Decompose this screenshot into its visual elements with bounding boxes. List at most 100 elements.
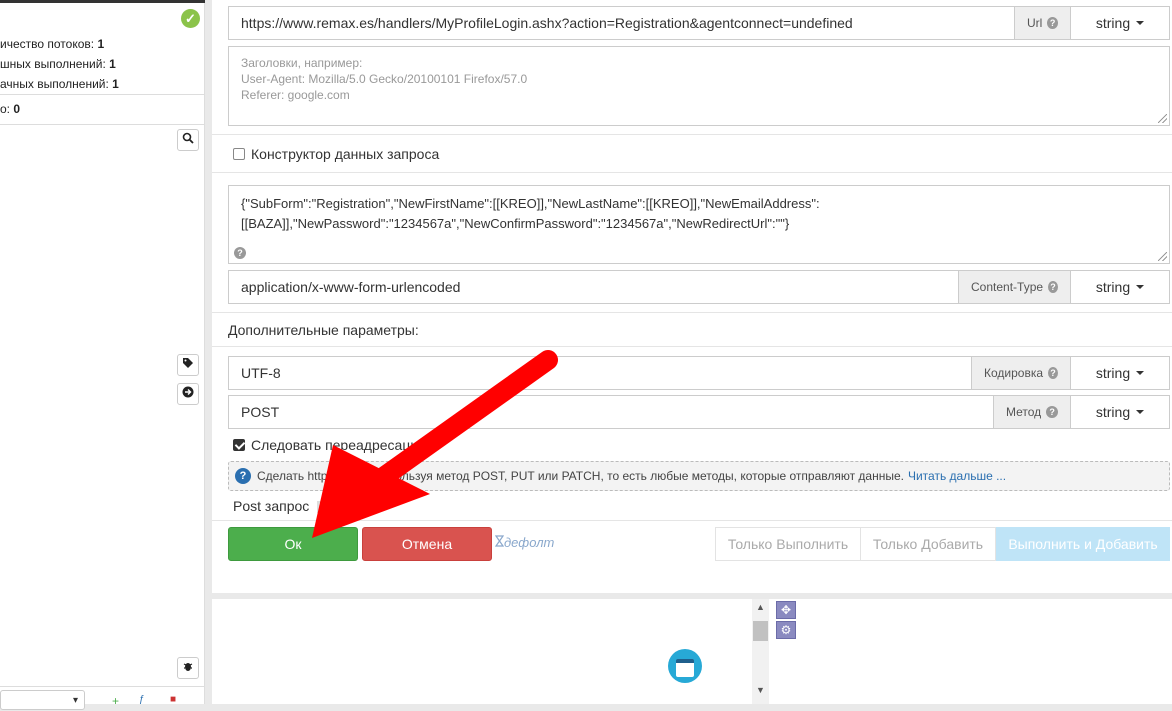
default-link[interactable]: дефолт [494, 535, 555, 550]
content-type-dropdown[interactable]: string [1070, 271, 1169, 303]
headers-textarea[interactable]: Заголовки, например: User-Agent: Mozilla… [228, 46, 1170, 126]
stat-failed: ачных выполнений: 1 [0, 77, 119, 91]
stat-success: шных выполнений: 1 [0, 57, 116, 71]
extra-params-label: Дополнительные параметры: [228, 322, 419, 338]
divider [0, 686, 205, 687]
divider [212, 346, 1172, 347]
default-label: дефолт [504, 535, 555, 550]
follow-redirect-checkbox[interactable] [233, 439, 245, 451]
cancel-button[interactable]: Отмена [362, 527, 492, 561]
stat-value: 0 [13, 102, 21, 116]
app-window-icon[interactable] [668, 649, 702, 683]
addon-label: Content-Type [971, 280, 1044, 294]
run-and-add-button[interactable]: Выполнить и Добавить [996, 527, 1170, 561]
wiki-icon[interactable]: W [317, 501, 330, 514]
request-form: https://www.remax.es/handlers/MyProfileL… [212, 0, 1172, 593]
content-type-addon: Content-Type ? [958, 271, 1070, 303]
action-title: Post запрос W [233, 498, 330, 514]
stat-value: 1 [97, 37, 105, 51]
encoding-row: UTF-8 Кодировка ? string [228, 356, 1170, 390]
method-addon: Метод ? [993, 396, 1070, 428]
edit-icon[interactable]: ƒ [139, 694, 145, 705]
question-icon: ? [1047, 17, 1058, 29]
scroll-up-icon[interactable]: ▲ [752, 599, 769, 616]
stat-other: о: 0 [0, 102, 20, 116]
forward-button[interactable] [177, 383, 199, 405]
action-title-text: Post запрос [233, 498, 310, 514]
divider [212, 134, 1172, 135]
left-panel: ✓ ичество потоков: 1 шных выполнений: 1 … [0, 0, 205, 710]
caret-down-icon [1136, 410, 1145, 414]
info-icon: ? [235, 468, 251, 484]
question-icon: ? [1048, 367, 1058, 379]
placeholder-line: Referer: google.com [241, 88, 350, 102]
method-type-dropdown[interactable]: string [1070, 396, 1169, 428]
follow-redirect-label: Следовать переадресации [251, 437, 426, 453]
divider [212, 172, 1172, 173]
encoding-addon: Кодировка ? [971, 357, 1070, 389]
body-line: {"SubForm":"Registration","NewFirstName"… [241, 196, 820, 211]
search-icon [182, 132, 194, 144]
encoding-type-dropdown[interactable]: string [1070, 357, 1169, 389]
content-type-row: application/x-www-form-urlencoded Conten… [228, 270, 1170, 304]
url-input[interactable]: https://www.remax.es/handlers/MyProfileL… [229, 7, 1014, 39]
url-row: https://www.remax.es/handlers/MyProfileL… [228, 6, 1170, 40]
body-line: [[BAZA]],"NewPassword":"1234567a","NewCo… [241, 216, 790, 231]
addon-label: Кодировка [984, 366, 1044, 380]
caret-down-icon [1136, 285, 1145, 289]
resize-handle[interactable] [1158, 252, 1167, 261]
stat-label: о: [0, 102, 11, 116]
info-banner: ? Сделать http-запрос, используя метод P… [228, 461, 1170, 491]
arrow-right-circle-icon [182, 386, 194, 398]
stat-label: ичество потоков: [0, 37, 95, 51]
search-button[interactable] [177, 129, 199, 151]
url-type-dropdown[interactable]: string [1070, 7, 1169, 39]
url-addon: Url ? [1014, 7, 1070, 39]
stat-label: шных выполнений: [0, 57, 106, 71]
caret-down-icon [1136, 371, 1145, 375]
hourglass-icon [494, 535, 505, 547]
scroll-down-icon[interactable]: ▼ [752, 682, 769, 699]
divider [212, 520, 1172, 521]
check-circle-icon: ✓ [181, 9, 200, 28]
read-more-link[interactable]: Читать дальше ... [908, 469, 1006, 483]
info-text: Сделать http-запрос, используя метод POS… [257, 469, 904, 483]
divider [0, 124, 205, 125]
encoding-input[interactable]: UTF-8 [229, 357, 971, 389]
bottom-select[interactable]: ▾ [0, 690, 85, 710]
ok-button[interactable]: Ок [228, 527, 358, 561]
debug-button[interactable] [177, 657, 199, 679]
divider [212, 312, 1172, 313]
method-input[interactable]: POST [229, 396, 993, 428]
tag-button[interactable] [177, 354, 199, 376]
question-icon: ? [1046, 406, 1058, 418]
delete-icon[interactable]: ■ [170, 694, 176, 705]
method-row: POST Метод ? string [228, 395, 1170, 429]
stat-label: ачных выполнений: [0, 77, 109, 91]
stat-threads: ичество потоков: 1 [0, 37, 104, 51]
content-type-input[interactable]: application/x-www-form-urlencoded [229, 271, 958, 303]
canvas-panel: ▲ ▼ ✥ ⚙ [212, 599, 1172, 704]
divider [0, 94, 205, 95]
vertical-scrollbar[interactable]: ▲ ▼ [752, 599, 769, 704]
gear-icon[interactable]: ⚙ [776, 621, 796, 639]
stat-value: 1 [112, 77, 119, 91]
addon-label: Url [1027, 16, 1043, 30]
type-label: string [1095, 15, 1131, 31]
body-textarea[interactable]: {"SubForm":"Registration","NewFirstName"… [228, 185, 1170, 264]
addon-label: Метод [1006, 405, 1042, 419]
only-add-button[interactable]: Только Добавить [860, 527, 996, 561]
only-run-button[interactable]: Только Выполнить [715, 527, 861, 561]
constructor-label: Конструктор данных запроса [251, 146, 440, 162]
scroll-thumb[interactable] [753, 621, 768, 641]
left-topbar [0, 0, 205, 3]
placeholder-line: User-Agent: Mozilla/5.0 Gecko/20100101 F… [241, 72, 528, 86]
expand-icon[interactable]: ✥ [776, 601, 796, 619]
follow-redirect-row[interactable]: Следовать переадресации [233, 437, 426, 453]
add-icon[interactable]: + [112, 694, 119, 708]
question-icon: ? [1048, 281, 1058, 293]
constructor-checkbox-row[interactable]: Конструктор данных запроса [233, 146, 439, 162]
resize-handle[interactable] [1158, 114, 1167, 123]
constructor-checkbox[interactable] [233, 148, 245, 160]
question-icon: ? [234, 247, 246, 259]
